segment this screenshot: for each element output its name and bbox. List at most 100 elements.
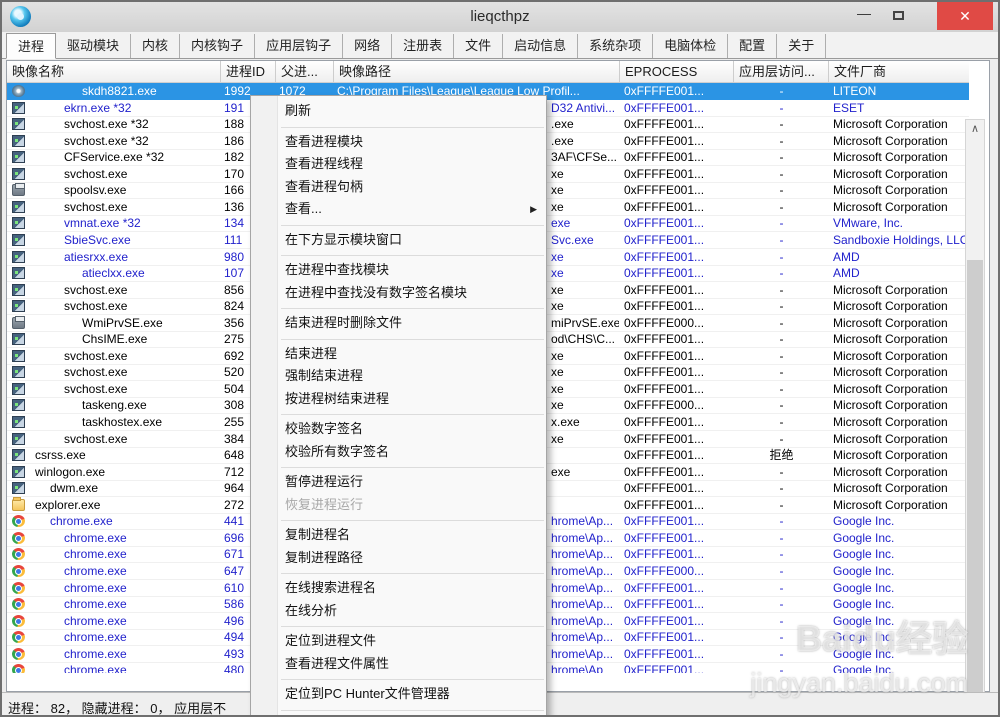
menu-item-结束进程[interactable]: 结束进程	[251, 343, 546, 366]
menu-item-查看进程文件属性[interactable]: 查看进程文件属性	[251, 653, 546, 676]
cell-image-name: svchost.exe	[64, 381, 217, 397]
column-header[interactable]: 进程ID	[221, 61, 276, 83]
cell-eprocess: 0xFFFFE001...	[624, 381, 732, 397]
cell-image-name: WmiPrvSE.exe	[82, 315, 217, 331]
column-header[interactable]: EPROCESS	[620, 61, 734, 83]
cell-image-name: spoolsv.exe	[64, 182, 217, 198]
cell-image-path: Svc.exe	[551, 232, 619, 248]
cell-eprocess: 0xFFFFE001...	[624, 596, 732, 612]
tab-关于[interactable]: 关于	[777, 34, 826, 58]
maximize-button[interactable]	[882, 2, 914, 30]
cell-app-layer-access: 拒绝	[734, 447, 829, 463]
cell-eprocess: 0xFFFFE001...	[624, 546, 732, 562]
menu-item-定位到进程文件[interactable]: 定位到进程文件	[251, 630, 546, 653]
menu-item-查看...[interactable]: 查看...▶	[251, 198, 546, 221]
menu-item-查看进程模块[interactable]: 查看进程模块	[251, 131, 546, 154]
menu-item-强制结束进程[interactable]: 强制结束进程	[251, 365, 546, 388]
cell-file-vendor: Google Inc.	[833, 546, 969, 562]
menu-item-暂停进程运行[interactable]: 暂停进程运行	[251, 471, 546, 494]
cell-image-path: hrome\Ap...	[551, 530, 619, 546]
cell-image-name: chrome.exe	[64, 596, 217, 612]
cell-eprocess: 0xFFFFE001...	[624, 100, 732, 116]
column-header[interactable]: 父进...	[276, 61, 334, 83]
column-header[interactable]: 文件厂商	[829, 61, 969, 83]
menu-item-在进程中查找模块[interactable]: 在进程中查找模块	[251, 259, 546, 282]
menu-item-定位到PCHunter文件管理器[interactable]: 定位到PC Hunter文件管理器	[251, 683, 546, 706]
cell-app-layer-access: -	[734, 414, 829, 430]
cell-file-vendor: Google Inc.	[833, 613, 969, 629]
cell-image-path: xe	[551, 397, 619, 413]
cell-file-vendor: LITEON	[833, 83, 969, 99]
tab-网络[interactable]: 网络	[343, 34, 392, 58]
menu-item-在线搜索进程名[interactable]: 在线搜索进程名	[251, 577, 546, 600]
cell-eprocess: 0xFFFFE001...	[624, 331, 732, 347]
tab-注册表[interactable]: 注册表	[392, 34, 454, 58]
tab-进程[interactable]: 进程	[6, 33, 56, 59]
cell-eprocess: 0xFFFFE001...	[624, 414, 732, 430]
app-icon	[12, 466, 25, 478]
app-icon	[12, 267, 25, 279]
cell-app-layer-access: -	[734, 662, 829, 673]
cell-app-layer-access: -	[734, 497, 829, 513]
cell-app-layer-access: -	[734, 166, 829, 182]
menu-item-复制进程名[interactable]: 复制进程名	[251, 524, 546, 547]
cell-image-name: svchost.exe	[64, 199, 217, 215]
menu-separator	[281, 520, 544, 521]
cell-file-vendor: VMware, Inc.	[833, 215, 969, 231]
context-menu: 刷新查看进程模块查看进程线程查看进程句柄查看...▶ 在下方显示模块窗口在进程中查…	[250, 95, 547, 717]
menu-item-在进程中查找没有数字签名模块[interactable]: 在进程中查找没有数字签名模块	[251, 282, 546, 305]
cell-file-vendor: Microsoft Corporation	[833, 199, 969, 215]
cell-image-name: atiesrxx.exe	[64, 249, 217, 265]
cell-eprocess: 0xFFFFE001...	[624, 149, 732, 165]
menu-item-属性[interactable]: 属性	[251, 714, 546, 717]
menu-item-结束进程时删除文件[interactable]: 结束进程时删除文件	[251, 312, 546, 335]
tab-驱动模块[interactable]: 驱动模块	[56, 34, 131, 58]
chrome-icon	[12, 664, 25, 673]
menu-item-校验所有数字签名[interactable]: 校验所有数字签名	[251, 441, 546, 464]
tab-系统杂项[interactable]: 系统杂项	[578, 34, 653, 58]
cell-image-path: hrome\Ap...	[551, 629, 619, 645]
menu-item-恢复进程运行[interactable]: 恢复进程运行	[251, 494, 546, 517]
tab-内核钩子[interactable]: 内核钩子	[180, 34, 255, 58]
menu-item-查看进程句柄[interactable]: 查看进程句柄	[251, 176, 546, 199]
column-header[interactable]: 映像路径	[334, 61, 620, 83]
menu-item-在线分析[interactable]: 在线分析	[251, 600, 546, 623]
cell-eprocess: 0xFFFFE001...	[624, 348, 732, 364]
tab-文件[interactable]: 文件	[454, 34, 503, 58]
cell-image-name: chrome.exe	[64, 646, 217, 662]
scroll-up-arrow-icon[interactable]: ∧	[966, 120, 984, 138]
column-header[interactable]: 映像名称	[7, 61, 221, 83]
tab-应用层钩子[interactable]: 应用层钩子	[255, 34, 343, 58]
cell-image-name: chrome.exe	[64, 629, 217, 645]
cell-app-layer-access: -	[734, 464, 829, 480]
cell-image-name: svchost.exe *32	[64, 116, 217, 132]
cell-app-layer-access: -	[734, 249, 829, 265]
vertical-scroll-thumb[interactable]	[967, 260, 983, 710]
column-header[interactable]: 应用层访问...	[734, 61, 829, 83]
menu-item-校验数字签名[interactable]: 校验数字签名	[251, 418, 546, 441]
tab-配置[interactable]: 配置	[728, 34, 777, 58]
cell-file-vendor: Microsoft Corporation	[833, 331, 969, 347]
cell-image-name: svchost.exe	[64, 431, 217, 447]
cell-image-path: .exe	[551, 133, 619, 149]
cell-app-layer-access: -	[734, 629, 829, 645]
tab-电脑体检[interactable]: 电脑体检	[653, 34, 728, 58]
cell-file-vendor: Google Inc.	[833, 629, 969, 645]
menu-item-在下方显示模块窗口[interactable]: 在下方显示模块窗口	[251, 229, 546, 252]
menu-separator	[281, 679, 544, 680]
minimize-button[interactable]: —	[848, 2, 880, 30]
tab-启动信息[interactable]: 启动信息	[503, 34, 578, 58]
cell-image-name: dwm.exe	[50, 480, 217, 496]
menu-item-查看进程线程[interactable]: 查看进程线程	[251, 153, 546, 176]
cell-app-layer-access: -	[734, 199, 829, 215]
cell-image-name: csrss.exe	[35, 447, 217, 463]
close-button[interactable]: ✕	[937, 2, 993, 30]
vertical-scrollbar[interactable]: ∧ ∨	[965, 119, 985, 717]
menu-item-复制进程路径[interactable]: 复制进程路径	[251, 547, 546, 570]
table-header-row: 映像名称进程ID父进...映像路径EPROCESS应用层访问...文件厂商	[7, 61, 969, 83]
menu-item-刷新[interactable]: 刷新	[251, 100, 546, 123]
tab-内核[interactable]: 内核	[131, 34, 180, 58]
cell-file-vendor: Microsoft Corporation	[833, 414, 969, 430]
menu-item-按进程树结束进程[interactable]: 按进程树结束进程	[251, 388, 546, 411]
app-icon	[12, 399, 25, 411]
